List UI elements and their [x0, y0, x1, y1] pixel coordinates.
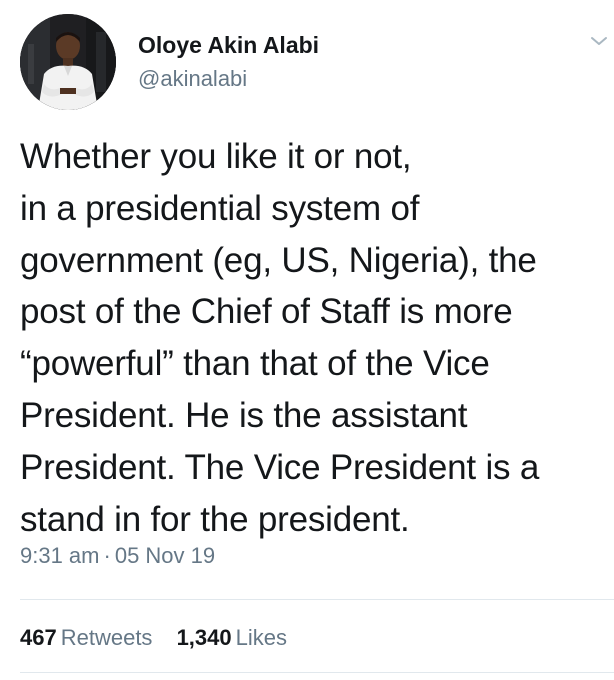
tweet-text-line: stand in for the president.: [20, 499, 410, 539]
likes-stat[interactable]: 1,340 Likes: [177, 625, 287, 651]
tweet-text-line: “powerful” than that of the Vice: [20, 344, 490, 384]
tweet-text-line: President. He is the assistant: [20, 395, 468, 435]
display-name[interactable]: Oloye Akin Alabi: [138, 32, 319, 59]
tweet-text-line: government (eg, US, Nigeria), the: [20, 240, 537, 280]
likes-count: 1,340: [176, 625, 232, 650]
chevron-down-icon[interactable]: [588, 30, 610, 52]
tweet-text-line: President. The Vice President is a: [20, 447, 540, 487]
tweet-timestamp[interactable]: 9:31 am · 05 Nov 19: [20, 543, 215, 569]
divider: [20, 599, 614, 600]
likes-label: Likes: [235, 625, 287, 650]
divider: [20, 672, 614, 673]
user-handle[interactable]: @akinalabi: [138, 66, 247, 92]
tweet-text-line: post of the Chief of Staff is more: [20, 292, 513, 332]
tweet-text-line: Whether you like it or not,: [20, 137, 412, 176]
tweet-time: 9:31 am: [20, 543, 100, 568]
tweet-text: Whether you like it or not, in a preside…: [20, 131, 610, 545]
timestamp-separator: ·: [103, 543, 111, 568]
tweet-card: Oloye Akin Alabi @akinalabi Whether you …: [0, 0, 614, 680]
engagement-stats: 467 Retweets 1,340 Likes: [20, 625, 287, 651]
retweets-stat[interactable]: 467 Retweets: [20, 625, 152, 651]
tweet-date: 05 Nov 19: [114, 543, 216, 568]
profile-photo-icon: [20, 14, 116, 110]
avatar[interactable]: [20, 14, 116, 110]
tweet-text-line: in a presidential system of: [20, 188, 420, 228]
retweets-count: 467: [20, 625, 57, 650]
retweets-label: Retweets: [60, 625, 153, 650]
